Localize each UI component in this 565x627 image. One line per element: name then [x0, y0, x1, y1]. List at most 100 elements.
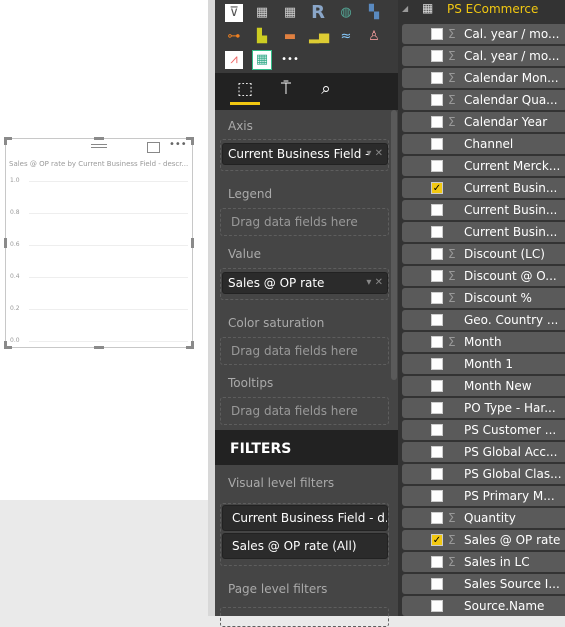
field-item[interactable]: Σ Discount @ O...	[402, 266, 565, 286]
field-item[interactable]: Current Merck...	[402, 156, 565, 176]
checkbox[interactable]	[431, 204, 443, 216]
field-item[interactable]: Month 1	[402, 354, 565, 374]
field-item[interactable]: Σ Calendar Mon...	[402, 68, 565, 88]
tooltips-label: Tooltips	[228, 376, 274, 390]
field-item[interactable]: Month New	[402, 376, 565, 396]
field-item[interactable]: Σ Calendar Qua...	[402, 90, 565, 110]
checkbox[interactable]	[431, 28, 443, 40]
checkbox[interactable]	[431, 556, 443, 568]
page-filters-well[interactable]	[220, 607, 389, 627]
gridline	[29, 277, 188, 278]
field-item[interactable]: Σ Discount %	[402, 288, 565, 308]
checkbox[interactable]	[431, 314, 443, 326]
field-name: Discount @ O...	[464, 269, 557, 283]
field-name: Current Busin...	[464, 181, 558, 195]
field-item[interactable]: Channel	[402, 134, 565, 154]
table-icon[interactable]: ▦	[253, 4, 271, 22]
checkbox[interactable]	[431, 50, 443, 62]
value-field-pill[interactable]: Sales @ OP rate ▾ ✕	[222, 272, 388, 294]
field-item[interactable]: Σ Sales in LC	[402, 552, 565, 572]
drag-handle-icon[interactable]	[91, 144, 107, 148]
checkbox[interactable]	[431, 600, 443, 612]
field-name: Source.Name	[464, 599, 545, 613]
field-item[interactable]: Σ Quantity	[402, 508, 565, 528]
visual-filter-card[interactable]: Sales @ OP rate (All)	[222, 533, 388, 559]
chevron-down-remove-icon[interactable]: ▾ ✕	[366, 273, 383, 293]
more-options-icon[interactable]: •••	[169, 139, 187, 150]
format-paint-roller-icon[interactable]: ⍑	[271, 79, 301, 105]
column-chart-icon[interactable]: ▂▅	[309, 28, 329, 46]
field-name: Discount (LC)	[464, 247, 545, 261]
more-visuals-icon[interactable]: •••	[281, 51, 299, 69]
checkbox[interactable]	[431, 72, 443, 84]
fields-tab-icon[interactable]: ⬚	[230, 79, 260, 105]
field-item[interactable]: PS Global Acc...	[402, 442, 565, 462]
checkbox[interactable]	[431, 336, 443, 348]
visual-filter-card[interactable]: Current Business Field - d...	[222, 505, 388, 531]
checkbox[interactable]	[431, 468, 443, 480]
line-chart-icon[interactable]: ⩘	[225, 51, 243, 69]
waterfall-icon[interactable]: ▙	[253, 28, 271, 46]
checkbox[interactable]	[431, 248, 443, 260]
r-visual-icon[interactable]: R	[309, 4, 327, 22]
checkbox[interactable]	[431, 94, 443, 106]
checkbox[interactable]	[431, 226, 443, 238]
field-item[interactable]: PS Global Clas...	[402, 464, 565, 484]
field-name: Current Busin...	[464, 225, 558, 239]
chevron-down-remove-icon[interactable]: ▾ ✕	[366, 144, 383, 164]
sparkline-icon[interactable]: ≈	[337, 28, 355, 46]
field-item[interactable]: Σ Calendar Year	[402, 112, 565, 132]
field-item[interactable]: PS Primary M...	[402, 486, 565, 506]
scrollbar[interactable]	[391, 110, 397, 380]
field-item[interactable]: Σ Cal. year / mo...	[402, 24, 565, 44]
field-name: PS Global Acc...	[464, 445, 558, 459]
checkbox[interactable]	[431, 380, 443, 392]
person-icon[interactable]: ♙	[365, 28, 383, 46]
field-item[interactable]: PO Type - Har...	[402, 398, 565, 418]
checkbox[interactable]	[431, 160, 443, 172]
field-item[interactable]: Σ Discount (LC)	[402, 244, 565, 264]
field-name: Quantity	[464, 511, 516, 525]
checkbox[interactable]	[431, 292, 443, 304]
table-header[interactable]: ◢ ▦ PS ECommerce	[398, 0, 565, 22]
field-item[interactable]: Current Busin...	[402, 222, 565, 242]
column-chart-visual[interactable]: ••• Sales @ OP rate by Current Business …	[4, 137, 194, 349]
checkbox[interactable]	[431, 270, 443, 282]
checkbox[interactable]	[431, 424, 443, 436]
field-item[interactable]: Σ Month	[402, 332, 565, 352]
field-item[interactable]: Source.Name	[402, 596, 565, 616]
tile-icon[interactable]: ▚	[365, 4, 383, 22]
gridline	[29, 309, 188, 310]
hierarchy-icon[interactable]: ⊶	[225, 28, 243, 46]
checkbox-checked[interactable]: ✓	[431, 182, 443, 194]
sigma-icon: Σ	[448, 511, 456, 525]
field-item[interactable]: Geo. Country ...	[402, 310, 565, 330]
matrix-icon[interactable]: ▦	[281, 4, 299, 22]
bullet-icon[interactable]: ▬	[281, 28, 299, 46]
field-item[interactable]: Sales Source I...	[402, 574, 565, 594]
field-item[interactable]: ✓ Σ Sales @ OP rate	[402, 530, 565, 550]
field-item[interactable]: PS Customer ...	[402, 420, 565, 440]
checkbox[interactable]	[431, 138, 443, 150]
field-name: Sales Source I...	[464, 577, 560, 591]
analytics-magnifier-icon[interactable]: ⌕	[311, 79, 341, 105]
checkbox[interactable]	[431, 446, 443, 458]
page-filters-label: Page level filters	[228, 582, 328, 596]
collapse-triangle-icon[interactable]: ◢	[402, 0, 408, 18]
checkbox[interactable]	[431, 578, 443, 590]
custom-visual-icon[interactable]: ▦	[252, 50, 272, 70]
axis-field-pill[interactable]: Current Business Field - ▾ ✕	[222, 143, 388, 165]
checkbox[interactable]	[431, 512, 443, 524]
checkbox[interactable]	[431, 358, 443, 370]
checkbox[interactable]	[431, 490, 443, 502]
globe-map-icon[interactable]: ◍	[337, 4, 355, 22]
report-canvas[interactable]: ••• Sales @ OP rate by Current Business …	[0, 0, 208, 500]
field-item[interactable]: Current Busin...	[402, 200, 565, 220]
checkbox-checked[interactable]: ✓	[431, 534, 443, 546]
field-item[interactable]: ✓ Current Busin...	[402, 178, 565, 198]
checkbox[interactable]	[431, 402, 443, 414]
focus-mode-icon[interactable]	[147, 142, 160, 153]
checkbox[interactable]	[431, 116, 443, 128]
slicer-icon[interactable]: ⊽	[225, 4, 243, 22]
field-item[interactable]: Σ Cal. year / mo...	[402, 46, 565, 66]
